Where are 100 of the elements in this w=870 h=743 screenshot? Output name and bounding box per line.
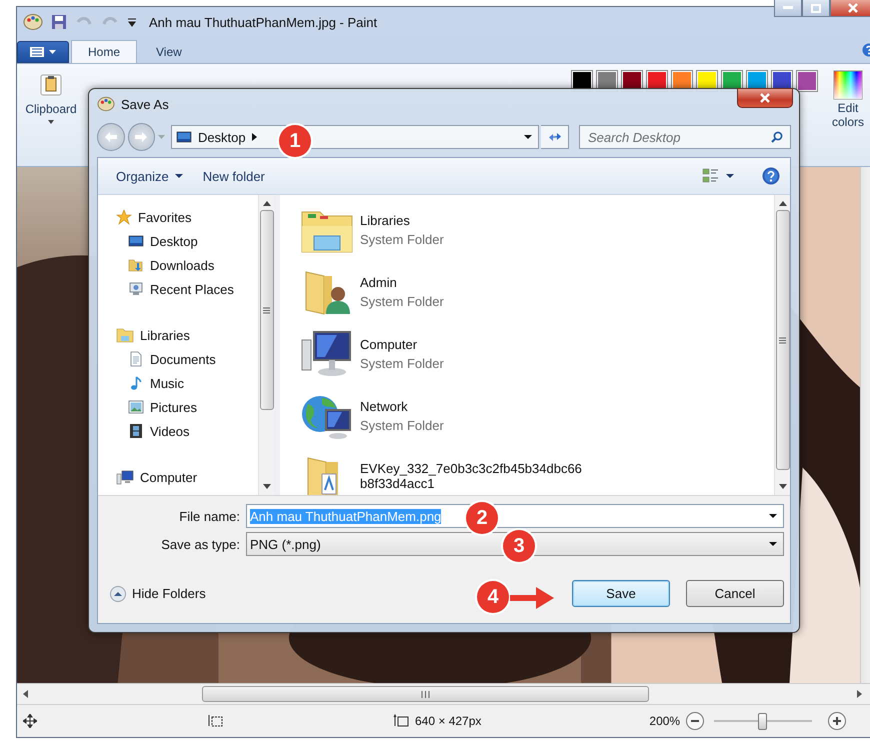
search-field[interactable]: Search Desktop: [578, 125, 791, 149]
nav-item[interactable]: Music: [116, 371, 258, 395]
nav-item[interactable]: Computer: [116, 465, 258, 489]
nav-item[interactable]: Recent Places: [116, 277, 258, 301]
ribbon-tab[interactable]: View: [139, 40, 199, 63]
pictures-icon: [128, 399, 144, 415]
dialog-button[interactable]: Cancel: [686, 580, 784, 607]
minus-icon: [691, 720, 700, 722]
nav-item[interactable]: Downloads: [116, 253, 258, 277]
library-folder-icon: [116, 327, 134, 343]
zoom-in-button[interactable]: [828, 712, 846, 730]
minimize-button[interactable]: [774, 0, 802, 17]
computer-icon: [300, 330, 354, 378]
star-icon: [116, 209, 132, 225]
scroll-up-icon[interactable]: [262, 201, 270, 206]
file-name: Computer: [360, 337, 418, 352]
nav-item[interactable]: Pictures: [116, 395, 258, 419]
file-item[interactable]: Computer System Folder: [300, 323, 774, 385]
view-list-icon: [702, 168, 720, 184]
breadcrumb[interactable]: Desktop: [198, 130, 246, 144]
file-type: System Folder: [360, 418, 445, 433]
nav-item[interactable]: Videos: [116, 419, 258, 443]
desktop-icon: [128, 233, 144, 249]
file-name: Admin: [360, 275, 398, 290]
scroll-thumb[interactable]: [202, 686, 649, 702]
back-arrow-icon: [104, 132, 117, 142]
refresh-arrows-icon: [548, 131, 562, 143]
forward-arrow-icon: [135, 132, 148, 142]
maximize-icon: [811, 4, 821, 12]
film-icon: [128, 423, 144, 439]
refresh-button[interactable]: [541, 125, 569, 149]
file-item[interactable]: EVKey_332_7e0b3c3c2fb45b34dbc66b8f33d4acc1: [300, 447, 774, 495]
scroll-left-icon[interactable]: [23, 690, 28, 698]
minimize-icon: [783, 6, 793, 10]
scroll-thumb[interactable]: [260, 210, 274, 410]
clipboard-icon: [38, 72, 64, 98]
nav-item[interactable]: Favorites: [116, 205, 258, 229]
nav-item[interactable]: Libraries: [116, 323, 258, 347]
selection-size-icon: [207, 714, 223, 728]
desktop-icon: [176, 129, 192, 145]
image-dimensions: 640 × 427px: [415, 714, 482, 728]
customize-caret-icon[interactable]: [127, 17, 137, 27]
field-label: Save as type:: [160, 536, 241, 552]
clipboard-button[interactable]: Clipboard: [21, 68, 81, 158]
dropdown-caret-icon[interactable]: [524, 135, 532, 139]
palette-icon: [97, 96, 115, 112]
zoom-out-button[interactable]: [686, 712, 704, 730]
help-icon[interactable]: [762, 167, 780, 185]
grip-icon: [421, 690, 430, 698]
file-type: System Folder: [360, 356, 445, 371]
vertical-scrollbar[interactable]: [774, 195, 790, 495]
file-item[interactable]: Libraries System Folder: [300, 199, 774, 261]
forward-button[interactable]: [128, 123, 156, 151]
scroll-down-icon[interactable]: [778, 484, 786, 489]
step-number-badge: 4: [477, 581, 509, 613]
nav-item[interactable]: Desktop: [116, 229, 258, 253]
step-number-badge: 2: [466, 502, 498, 534]
file-type: System Folder: [360, 294, 445, 309]
scroll-up-icon[interactable]: [778, 201, 786, 206]
new-folder-button[interactable]: New folder: [196, 166, 271, 186]
file-item[interactable]: Network System Folder: [300, 385, 774, 447]
file-item[interactable]: Admin System Folder: [300, 261, 774, 323]
grip-icon: [779, 336, 786, 344]
move-cursor-icon: [23, 714, 37, 728]
edit-colors-button[interactable]: Edit colors: [824, 68, 870, 162]
caret-icon: [726, 174, 734, 178]
close-button[interactable]: [830, 0, 870, 17]
file-name: Network: [360, 399, 409, 414]
window-title: Anh mau ThuthuatPhanMem.jpg - Paint: [149, 14, 378, 30]
hide-folders-button[interactable]: Hide Folders: [110, 586, 206, 602]
paint-menu-button[interactable]: [17, 41, 69, 63]
back-button[interactable]: [97, 123, 125, 151]
dialog-button[interactable]: Save: [572, 580, 670, 607]
step-number-badge: 1: [279, 125, 311, 157]
color-swatch[interactable]: [796, 70, 818, 92]
step-number-badge: 3: [503, 530, 535, 562]
slider-thumb[interactable]: [758, 712, 768, 730]
grip-icon: [263, 306, 270, 314]
ribbon-tab[interactable]: Home: [71, 40, 138, 63]
dialog-title: Save As: [121, 96, 169, 112]
palette-icon[interactable]: [23, 13, 43, 31]
arrow-right-icon[interactable]: [252, 133, 257, 141]
file-name: EVKey_332_7e0b3c3c2fb45b34dbc66b8f33d4acc1: [360, 461, 582, 491]
horizontal-scrollbar[interactable]: [17, 683, 870, 704]
nav-item[interactable]: Documents: [116, 347, 258, 371]
color-spectrum-icon: [833, 70, 863, 100]
scroll-down-icon[interactable]: [262, 484, 270, 489]
close-icon: [760, 93, 770, 103]
computer-icon: [116, 469, 134, 485]
recent-places-icon: [128, 281, 144, 297]
scroll-thumb[interactable]: [776, 210, 790, 470]
close-button[interactable]: [737, 88, 793, 108]
dropdown-caret-icon[interactable]: [769, 542, 777, 546]
music-note-icon: [128, 375, 144, 391]
step-arrow: [510, 585, 554, 611]
vertical-scrollbar[interactable]: [258, 195, 274, 495]
scroll-right-icon[interactable]: [857, 690, 862, 698]
maximize-button[interactable]: [802, 0, 830, 17]
organize-menu[interactable]: Organize: [110, 166, 189, 186]
dropdown-caret-icon[interactable]: [769, 514, 777, 518]
